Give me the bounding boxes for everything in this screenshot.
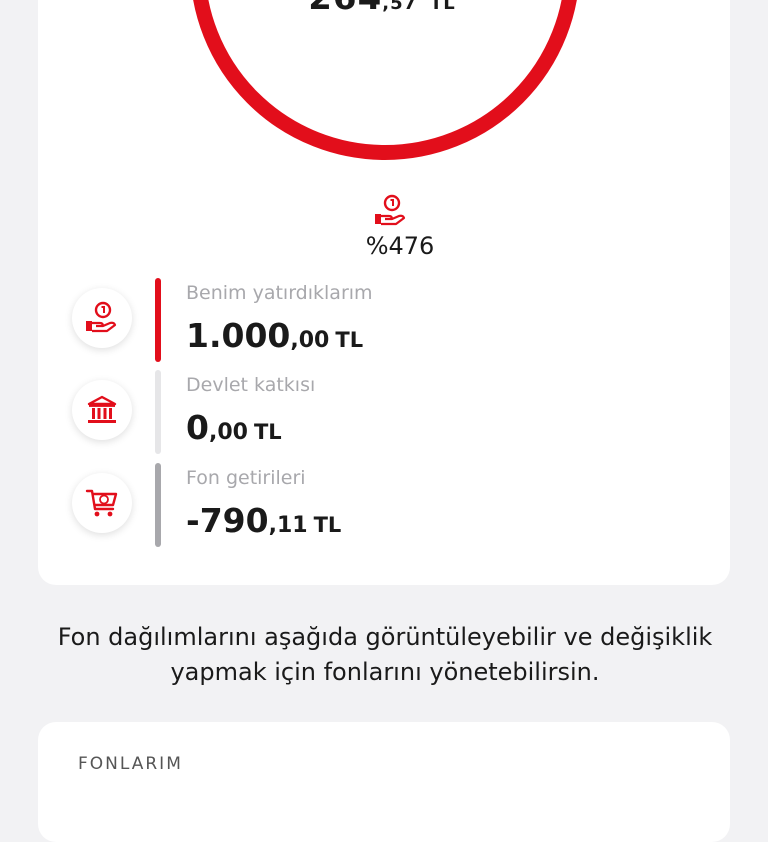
investments-label: Benim yatırdıklarım bbox=[186, 282, 373, 304]
investments-icon-button bbox=[72, 288, 132, 348]
hand-coin-icon bbox=[86, 301, 117, 333]
total-amount: 264,57 TL bbox=[308, 0, 456, 18]
fund-returns-value: -790,11 TL bbox=[186, 501, 342, 540]
breakdown-row-fund-returns: Fon getirileri -790,11 TL bbox=[0, 463, 768, 549]
state-contribution-bar bbox=[155, 370, 161, 454]
funds-section-title: FONLARIM bbox=[78, 754, 183, 774]
investments-value: 1.000,00 TL bbox=[186, 316, 364, 355]
fund-returns-label: Fon getirileri bbox=[186, 467, 306, 489]
state-contribution-value: 0,00 TL bbox=[186, 408, 282, 447]
state-contribution-icon-button bbox=[72, 380, 132, 440]
breakdown-row-investments: Benim yatırdıklarım 1.000,00 TL bbox=[0, 278, 768, 364]
state-contribution-label: Devlet katkısı bbox=[186, 374, 316, 396]
fund-returns-icon-button bbox=[72, 473, 132, 533]
government-building-icon bbox=[87, 395, 117, 423]
fund-returns-bar bbox=[155, 463, 161, 547]
hand-coin-icon bbox=[375, 194, 406, 226]
investments-bar bbox=[155, 278, 161, 362]
breakdown-row-state-contribution: Devlet katkısı 0,00 TL bbox=[0, 370, 768, 456]
fund-info-text: Fon dağılımlarını aşağıda görüntüleyebil… bbox=[57, 623, 713, 686]
funds-card[interactable]: FONLARIM bbox=[38, 722, 730, 842]
cart-coin-icon bbox=[85, 489, 118, 517]
return-percentage: %476 bbox=[365, 232, 435, 260]
